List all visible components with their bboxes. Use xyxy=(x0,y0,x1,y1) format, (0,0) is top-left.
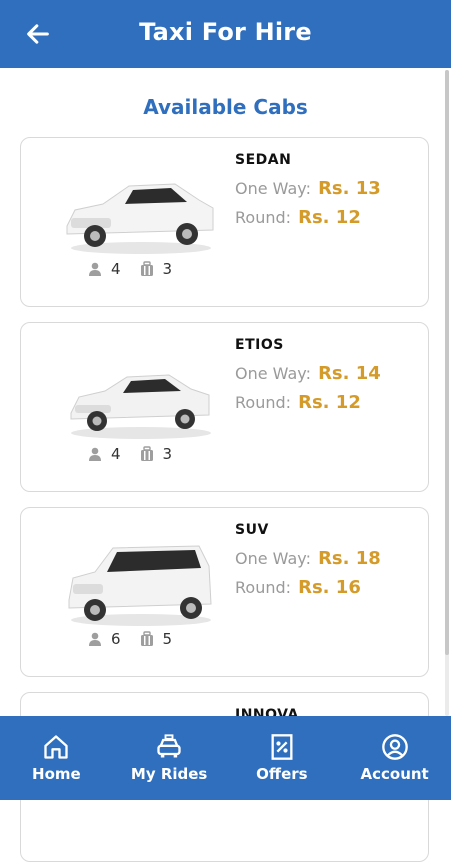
cab-specs: 6 5 xyxy=(87,630,182,648)
nav-label: My Rides xyxy=(130,765,208,783)
home-icon xyxy=(44,735,69,759)
one-way-price: Rs. 14 xyxy=(318,363,381,384)
seat-count: 6 xyxy=(111,630,121,648)
sedan-car-image xyxy=(66,183,214,254)
cab-card-suv[interactable]: 6 5 SUV One Way: Rs. 18 Round: Rs. 16 xyxy=(20,507,429,677)
cab-card-etios[interactable]: 4 3 ETIOS One Way: Rs. 14 Round: Rs. 12 xyxy=(20,322,429,492)
luggage-count: 3 xyxy=(162,445,173,463)
section-title: Available Cabs xyxy=(143,95,308,119)
luggage-icon xyxy=(140,261,153,276)
round-price: Rs. 16 xyxy=(298,577,361,598)
nav-label: Home xyxy=(32,765,81,783)
one-way-label: One Way: xyxy=(235,364,311,383)
round-price: Rs. 12 xyxy=(298,207,361,228)
page-title: Taxi For Hire xyxy=(139,18,312,46)
luggage-icon xyxy=(140,446,153,461)
person-icon xyxy=(89,262,101,276)
car-icon xyxy=(157,734,181,758)
nav-item-my-rides[interactable]: My Rides xyxy=(114,733,224,783)
scrollbar-thumb[interactable] xyxy=(445,70,449,655)
round-label: Round: xyxy=(235,578,292,597)
cab-info: SUV One Way: Rs. 18 Round: Rs. 16 xyxy=(235,522,381,606)
percent-icon xyxy=(271,734,293,760)
luggage-count: 3 xyxy=(162,260,173,278)
nav-item-home[interactable]: Home xyxy=(1,733,111,783)
seat-count: 4 xyxy=(111,445,121,463)
cab-name: SEDAN xyxy=(235,152,292,168)
person-icon xyxy=(89,632,101,646)
cab-info: ETIOS One Way: Rs. 14 Round: Rs. 12 xyxy=(235,337,381,421)
round-row: Round: Rs. 12 xyxy=(235,392,381,413)
suv-car-image xyxy=(68,545,212,626)
user-icon xyxy=(381,734,408,760)
nav-label: Offers xyxy=(256,765,308,783)
etios-car-image xyxy=(70,374,211,439)
round-row: Round: Rs. 12 xyxy=(235,207,381,228)
one-way-label: One Way: xyxy=(235,179,311,198)
one-way-row: One Way: Rs. 14 xyxy=(235,363,381,384)
one-way-label: One Way: xyxy=(235,549,311,568)
nav-item-account[interactable]: Account xyxy=(340,733,450,783)
nav-item-offers[interactable]: Offers xyxy=(227,733,337,783)
cab-card-sedan[interactable]: 4 3 SEDAN One Way: Rs. 13 Round: Rs. 12 xyxy=(20,137,429,307)
cab-name: ETIOS xyxy=(235,337,284,353)
round-label: Round: xyxy=(235,208,292,227)
cab-specs: 4 3 xyxy=(87,445,182,463)
round-row: Round: Rs. 16 xyxy=(235,577,381,598)
cab-info: SEDAN One Way: Rs. 13 Round: Rs. 12 xyxy=(235,152,381,236)
app-bar: Taxi For Hire xyxy=(0,0,451,68)
bottom-nav: Home My Rides Offers Account xyxy=(0,716,451,800)
one-way-row: One Way: Rs. 13 xyxy=(235,178,381,199)
nav-label: Account xyxy=(360,765,429,783)
seat-count: 4 xyxy=(111,260,121,278)
luggage-count: 5 xyxy=(162,630,173,648)
one-way-price: Rs. 18 xyxy=(318,548,381,569)
person-icon xyxy=(89,447,101,461)
one-way-price: Rs. 13 xyxy=(318,178,381,199)
cab-specs: 4 3 xyxy=(87,260,182,278)
round-price: Rs. 12 xyxy=(298,392,361,413)
luggage-icon xyxy=(140,631,153,646)
one-way-row: One Way: Rs. 18 xyxy=(235,548,381,569)
cab-name: SUV xyxy=(235,522,269,538)
round-label: Round: xyxy=(235,393,292,412)
